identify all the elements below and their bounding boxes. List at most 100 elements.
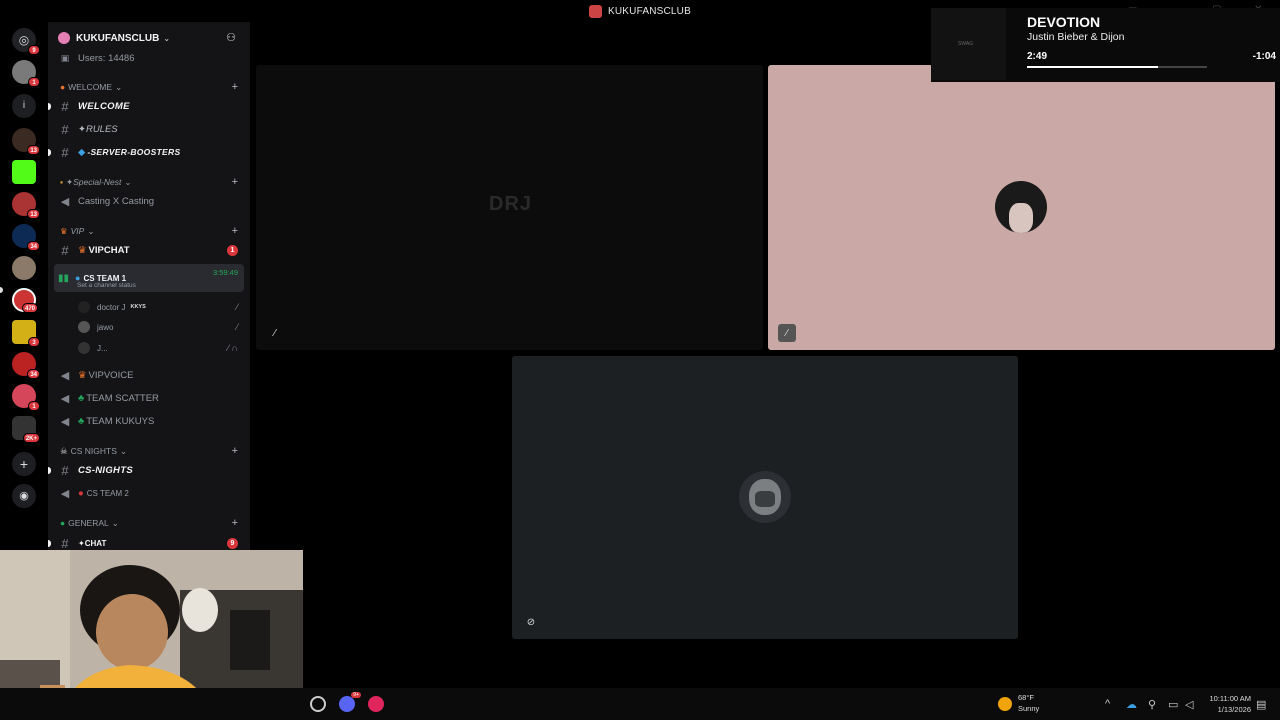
- weather-temperature[interactable]: 68°F: [1018, 693, 1034, 702]
- channel-cs-team-2[interactable]: ◀ ● CS TEAM 2: [48, 483, 250, 503]
- obs-icon[interactable]: [310, 696, 326, 712]
- channel-vipchat[interactable]: # ♛ VIPCHAT 1: [48, 240, 250, 260]
- user-tag: KKYS: [130, 304, 146, 310]
- fire-icon: ●: [60, 82, 66, 92]
- server-icon-7[interactable]: [12, 256, 36, 280]
- server-badge: 1: [28, 77, 40, 87]
- discord-taskbar-icon[interactable]: 9+: [339, 692, 361, 712]
- leaf-icon: ♣: [78, 392, 85, 404]
- server-icon-3[interactable]: 13: [12, 128, 40, 155]
- invite-people-icon[interactable]: ⚇: [226, 31, 236, 44]
- server-badge: 2K+: [22, 433, 40, 443]
- server-icon-10[interactable]: 34: [12, 352, 40, 379]
- chevron-down-icon: ⌄: [87, 225, 95, 236]
- kick-server-icon[interactable]: [12, 160, 36, 184]
- channel-rules[interactable]: # ✦RULES: [48, 119, 250, 139]
- category-cs-nights[interactable]: ☠ CS NIGHTS ⌄ +: [48, 441, 250, 461]
- category-welcome[interactable]: ● WELCOME ⌄ +: [48, 77, 250, 97]
- create-channel-icon[interactable]: +: [232, 517, 238, 529]
- crown-icon: ♛: [78, 369, 87, 381]
- deafened-icon: ⁄ ∩: [227, 343, 238, 353]
- category-vip[interactable]: ♛ VIP ⌄ +: [48, 221, 250, 241]
- server-badge: 34: [27, 369, 40, 379]
- server-rail: ◎ 9 1 i 13 13 34 470 3 34 1 2K+ + ◉: [0, 22, 48, 550]
- category-label: GENERAL: [68, 518, 109, 528]
- server-badge: 470: [21, 303, 38, 313]
- server-folder[interactable]: 2K+: [12, 416, 40, 443]
- elapsed-time: 2:49: [1027, 51, 1048, 62]
- mic-icon[interactable]: ⚲: [1148, 698, 1156, 711]
- text-channel-icon: #: [61, 121, 69, 137]
- notification-icon[interactable]: ▤: [1256, 698, 1266, 711]
- voice-user[interactable]: doctor J KKYS ⁄: [78, 298, 246, 316]
- skull-icon: ☠: [60, 445, 68, 456]
- server-icon-11[interactable]: 1: [12, 384, 40, 411]
- channel-label: TEAM SCATTER: [86, 392, 159, 404]
- crown-icon: ♛: [60, 225, 68, 236]
- channel-cs-team-1[interactable]: ▮▮ ● CS TEAM 1 3:59:49 Set a channel sta…: [54, 264, 244, 292]
- unread-pip: [48, 103, 51, 110]
- channel-label: Casting X Casting: [78, 195, 155, 207]
- server-badge: 34: [27, 241, 40, 251]
- cloud-icon[interactable]: ☁: [1126, 698, 1137, 711]
- lock-icon: ▪: [60, 177, 64, 187]
- volume-icon[interactable]: ◁: [1185, 698, 1193, 711]
- voice-user[interactable]: jawo ⁄: [78, 318, 246, 336]
- home-button[interactable]: ◎ 9: [12, 28, 40, 55]
- server-icon-1[interactable]: 1: [12, 60, 40, 87]
- track-title: DEVOTION: [1027, 14, 1101, 30]
- server-icon-9[interactable]: 3: [12, 320, 40, 347]
- create-channel-icon[interactable]: +: [232, 81, 238, 93]
- create-channel-icon[interactable]: +: [232, 176, 238, 188]
- server-icon-6[interactable]: 34: [12, 224, 40, 251]
- add-server-button[interactable]: +: [12, 452, 36, 476]
- create-channel-icon[interactable]: +: [232, 225, 238, 237]
- avatar: [78, 321, 90, 333]
- clock-time[interactable]: 10:11:00 AM: [1209, 694, 1251, 703]
- member-count-row: ▣ Users: 14486: [48, 48, 250, 68]
- progress-bar[interactable]: [1027, 66, 1207, 68]
- channel-label: WELCOME: [78, 100, 130, 112]
- deafened-icon: ⊘: [526, 616, 536, 628]
- text-channel-icon: #: [61, 535, 69, 551]
- video-tile-anime[interactable]: ⊘: [512, 356, 1018, 639]
- server-icon-8[interactable]: 470: [12, 288, 38, 313]
- video-tile-drj[interactable]: DRJ ⁄: [256, 65, 763, 350]
- voice-user[interactable]: J... ⁄ ∩: [78, 339, 246, 357]
- track-artist: Justin Bieber & Dijon: [1027, 31, 1125, 43]
- channel-team-scatter[interactable]: ◀ ♣ TEAM SCATTER: [48, 388, 250, 408]
- channel-casting[interactable]: ◀ Casting X Casting: [48, 191, 250, 211]
- network-icon[interactable]: ▭: [1168, 698, 1178, 711]
- media-player-icon[interactable]: [368, 696, 384, 712]
- weather-condition[interactable]: Sunny: [1018, 704, 1039, 713]
- discord-icon: ◎: [18, 33, 30, 47]
- channel-chat[interactable]: # ✦CHAT 9: [48, 533, 250, 550]
- channel-server-boosters[interactable]: # ◆ -SERVER-BOOSTERS: [48, 142, 250, 162]
- voice-timer: 3:59:49: [212, 268, 238, 277]
- chevron-down-icon: ⌄: [111, 517, 119, 528]
- discover-icon[interactable]: ◉: [12, 484, 36, 508]
- channel-status[interactable]: Set a channel status: [77, 282, 136, 289]
- drj-watermark: DRJ: [489, 193, 533, 215]
- server-badge: 13: [27, 145, 40, 155]
- channel-vipvoice[interactable]: ◀ ♛ VIPVOICE: [48, 365, 250, 385]
- channel-label: VIPCHAT: [88, 244, 130, 256]
- mic-muted-icon: ⁄: [236, 322, 238, 332]
- category-special-nest[interactable]: ▪ ✦Special-Nest ⌄ +: [48, 172, 250, 192]
- server-badge: 3: [28, 337, 40, 347]
- avatar: [739, 471, 791, 523]
- stats-icon: ▣: [60, 52, 70, 63]
- chevron-up-icon[interactable]: ^: [1105, 698, 1110, 710]
- channel-welcome[interactable]: # WELCOME: [48, 96, 250, 116]
- channel-cs-nights[interactable]: # CS-NIGHTS: [48, 460, 250, 480]
- channel-team-kukuys[interactable]: ◀ ♣ TEAM KUKUYS: [48, 411, 250, 431]
- now-playing-widget[interactable]: SWAG DEVOTION Justin Bieber & Dijon 2:49…: [931, 8, 1280, 82]
- channel-sidebar: KUKUFANSCLUB ⌄ ⚇ ▣ Users: 14486 ● WELCOM…: [48, 22, 250, 550]
- unread-pip: [48, 467, 51, 474]
- create-channel-icon[interactable]: +: [232, 445, 238, 457]
- server-icon-5[interactable]: 13: [12, 192, 40, 219]
- category-general[interactable]: ● GENERAL ⌄ +: [48, 513, 250, 533]
- clock-date[interactable]: 1/13/2026: [1218, 705, 1251, 714]
- video-tile-pink[interactable]: ⁄: [768, 65, 1275, 350]
- info-server-icon[interactable]: i: [12, 94, 36, 118]
